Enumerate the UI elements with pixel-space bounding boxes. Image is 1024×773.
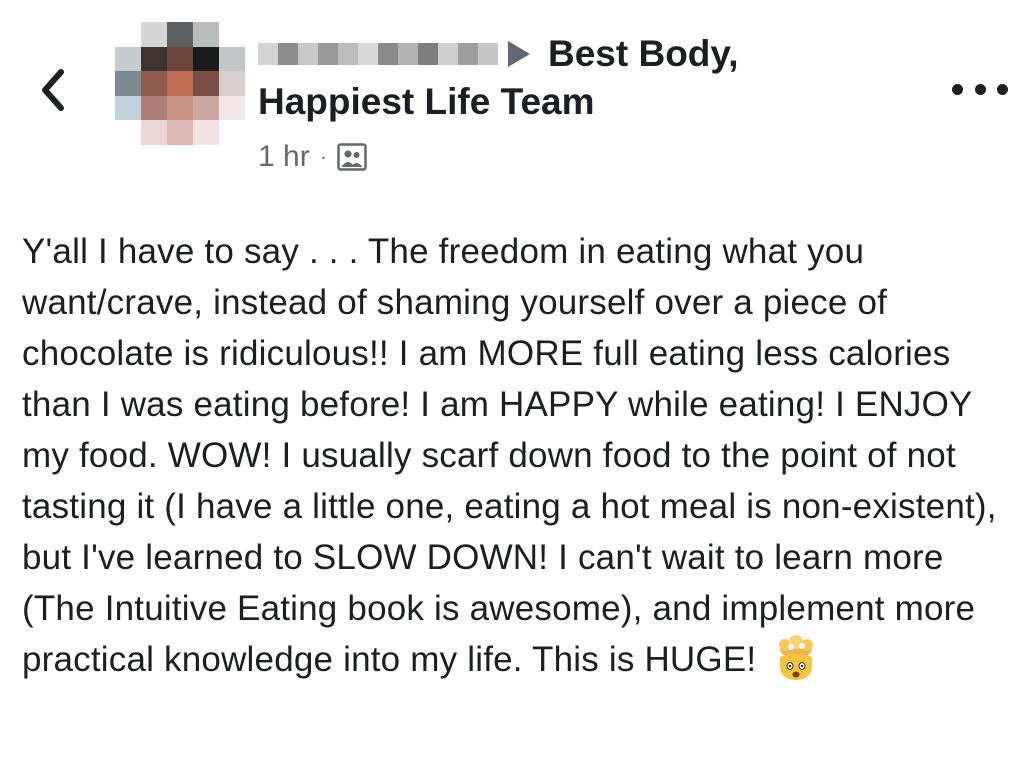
post-meta: 1 hr · xyxy=(258,140,898,174)
group-audience-icon xyxy=(337,143,367,171)
back-button[interactable] xyxy=(30,62,74,118)
avatar[interactable] xyxy=(115,22,245,145)
group-name-line2[interactable]: Happiest Life Team xyxy=(258,78,898,126)
arrow-right-icon xyxy=(508,41,530,67)
blurred-author-name[interactable] xyxy=(258,37,498,71)
more-options-icon-dot xyxy=(974,83,986,95)
more-options-icon-dot xyxy=(997,83,1008,95)
more-options-icon xyxy=(952,83,963,95)
chevron-left-icon xyxy=(42,69,64,111)
exploding-head-emoji xyxy=(779,635,814,680)
group-name-line1[interactable]: Best Body, xyxy=(548,30,739,78)
timestamp[interactable]: 1 hr xyxy=(258,140,310,174)
meta-separator: · xyxy=(319,144,328,169)
post-header: Best Body, Happiest Life Team 1 hr · xyxy=(258,30,898,174)
more-options-button[interactable] xyxy=(952,72,1008,106)
post-text: Y'all I have to say . . . The freedom in… xyxy=(22,232,997,679)
post-title-line: Best Body, xyxy=(258,30,898,78)
post-body: Y'all I have to say . . . The freedom in… xyxy=(22,226,1012,685)
